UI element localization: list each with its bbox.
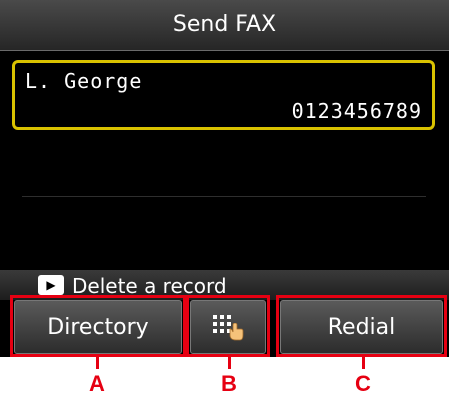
callout-leader-b (228, 357, 231, 369)
selected-record[interactable]: L. George 0123456789 (12, 60, 435, 130)
play-button-icon: ▶ (38, 275, 64, 295)
list-divider (22, 196, 426, 197)
record-number: 0123456789 (291, 99, 422, 123)
screen-title: Send FAX (0, 0, 449, 51)
callout-label-c: C (355, 371, 371, 396)
record-name: L. George (25, 69, 143, 93)
callout-label-a: A (89, 371, 105, 396)
callout-label-b: B (221, 371, 237, 396)
callout-box-b (186, 295, 270, 357)
callout-leader-a (96, 357, 99, 369)
callout-leader-c (362, 357, 365, 369)
callout-box-c (276, 295, 447, 357)
callout-box-a (10, 295, 186, 357)
